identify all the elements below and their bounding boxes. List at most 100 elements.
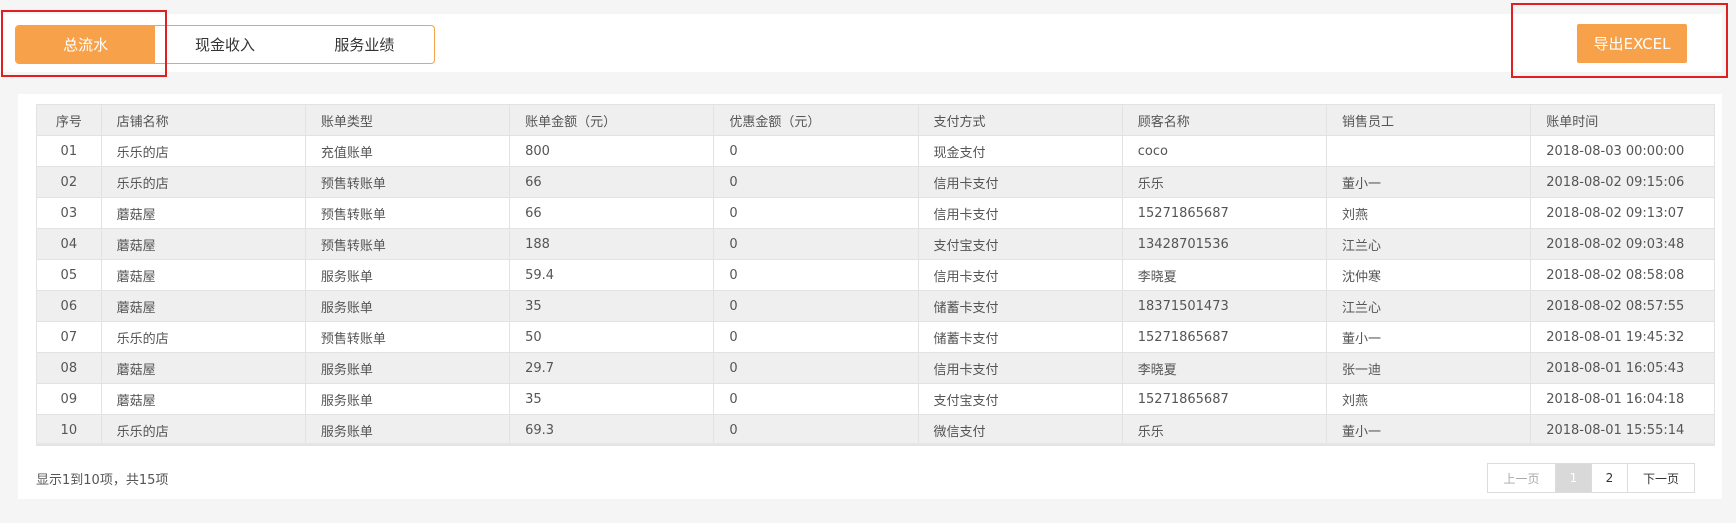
- table-row[interactable]: 03 蘑菇屋 预售转账单 66 0 信用卡支付 15271865687 刘燕 2018-08-0…: [36, 197, 1715, 229]
- cell-customer: 13428701536: [1121, 228, 1327, 260]
- table-row[interactable]: 08 蘑菇屋 服务账单 29.7 0 信用卡支付 李晓夏 张一迪 2018-08-01 16:0…: [36, 352, 1715, 384]
- cell-customer: 15271865687: [1121, 197, 1327, 229]
- cell-bill-time: 2018-08-01 15:55:14: [1530, 414, 1715, 446]
- cell-customer: 李晓夏: [1121, 352, 1327, 384]
- table-row[interactable]: 02 乐乐的店 预售转账单 66 0 信用卡支付 乐乐 董小一 2018-08-02 09:15…: [36, 166, 1715, 198]
- header-bill-type[interactable]: 账单类型: [304, 104, 511, 136]
- table-row[interactable]: 09 蘑菇屋 服务账单 35 0 支付宝支付 15271865687 刘燕 2018-08-01…: [36, 383, 1715, 415]
- cell-index: 07: [36, 321, 102, 353]
- cell-staff: 刘燕: [1325, 383, 1532, 415]
- cell-payment-method: 信用卡支付: [917, 352, 1123, 384]
- cell-staff: 董小一: [1325, 414, 1532, 446]
- header-bill-time[interactable]: 账单时间: [1530, 104, 1715, 136]
- cell-store: 蘑菇屋: [100, 197, 306, 229]
- header-staff[interactable]: 销售员工: [1325, 104, 1532, 136]
- tab-service-performance[interactable]: 服务业绩: [295, 26, 434, 63]
- cell-customer: 乐乐: [1121, 414, 1327, 446]
- header-amount[interactable]: 账单金额（元）: [509, 104, 715, 136]
- cell-discount: 0: [713, 135, 919, 167]
- tab-total-flow[interactable]: 总流水: [16, 26, 156, 63]
- cell-store: 乐乐的店: [100, 166, 306, 198]
- prev-page-button[interactable]: 上一页: [1488, 464, 1556, 492]
- cell-payment-method: 信用卡支付: [917, 166, 1123, 198]
- view-tabs: 总流水 现金收入 服务业绩: [15, 25, 435, 64]
- cell-discount: 0: [713, 228, 919, 260]
- page-button-2[interactable]: 2: [1592, 464, 1628, 492]
- cell-customer: 乐乐: [1121, 166, 1327, 198]
- cell-payment-method: 储蓄卡支付: [917, 321, 1123, 353]
- cell-payment-method: 支付宝支付: [917, 383, 1123, 415]
- table-header-row: 序号 店铺名称 账单类型 账单金额（元） 优惠金额（元） 支付方式 顾客名称 销…: [36, 104, 1715, 136]
- cell-staff: 董小一: [1325, 321, 1532, 353]
- cell-bill-type: 预售转账单: [304, 166, 511, 198]
- cell-payment-method: 微信支付: [917, 414, 1123, 446]
- cell-amount: 35: [509, 290, 715, 322]
- cell-index: 10: [36, 414, 102, 446]
- cell-bill-time: 2018-08-01 19:45:32: [1530, 321, 1715, 353]
- cell-customer: 15271865687: [1121, 383, 1327, 415]
- table-row[interactable]: 06 蘑菇屋 服务账单 35 0 储蓄卡支付 18371501473 江兰心 2018-08-0…: [36, 290, 1715, 322]
- cell-bill-time: 2018-08-01 16:05:43: [1530, 352, 1715, 384]
- cell-discount: 0: [713, 414, 919, 446]
- cell-staff: 董小一: [1325, 166, 1532, 198]
- cell-payment-method: 储蓄卡支付: [917, 290, 1123, 322]
- cell-payment-method: 信用卡支付: [917, 197, 1123, 229]
- cell-discount: 0: [713, 259, 919, 291]
- cell-staff: 刘燕: [1325, 197, 1532, 229]
- cell-customer: coco: [1121, 135, 1327, 167]
- cell-amount: 188: [509, 228, 715, 260]
- table-row[interactable]: 07 乐乐的店 预售转账单 50 0 储蓄卡支付 15271865687 董小一 2018-08…: [36, 321, 1715, 353]
- cell-store: 蘑菇屋: [100, 228, 306, 260]
- main-panel: 序号 店铺名称 账单类型 账单金额（元） 优惠金额（元） 支付方式 顾客名称 销…: [18, 94, 1722, 499]
- cell-discount: 0: [713, 166, 919, 198]
- cell-discount: 0: [713, 197, 919, 229]
- cell-amount: 29.7: [509, 352, 715, 384]
- cell-store: 蘑菇屋: [100, 383, 306, 415]
- cell-amount: 800: [509, 135, 715, 167]
- next-page-button[interactable]: 下一页: [1628, 464, 1694, 492]
- cell-staff: 江兰心: [1325, 290, 1532, 322]
- cell-index: 04: [36, 228, 102, 260]
- cell-amount: 35: [509, 383, 715, 415]
- cell-customer: 李晓夏: [1121, 259, 1327, 291]
- header-discount[interactable]: 优惠金额（元）: [713, 104, 919, 136]
- cell-payment-method: 信用卡支付: [917, 259, 1123, 291]
- cell-staff: [1325, 135, 1532, 167]
- tab-cash-income[interactable]: 现金收入: [155, 26, 294, 63]
- cell-amount: 66: [509, 197, 715, 229]
- cell-amount: 66: [509, 166, 715, 198]
- cell-bill-time: 2018-08-02 08:58:08: [1530, 259, 1715, 291]
- cell-store: 乐乐的店: [100, 414, 306, 446]
- cell-discount: 0: [713, 352, 919, 384]
- table-row[interactable]: 04 蘑菇屋 预售转账单 188 0 支付宝支付 13428701536 江兰心 2018-08…: [36, 228, 1715, 260]
- table-row[interactable]: 10 乐乐的店 服务账单 69.3 0 微信支付 乐乐 董小一 2018-08-01 15:55…: [36, 414, 1715, 446]
- cell-bill-type: 服务账单: [304, 259, 511, 291]
- cell-discount: 0: [713, 290, 919, 322]
- export-excel-button[interactable]: 导出EXCEL: [1577, 24, 1687, 63]
- cell-bill-type: 服务账单: [304, 414, 511, 446]
- cell-store: 蘑菇屋: [100, 352, 306, 384]
- cell-bill-type: 预售转账单: [304, 197, 511, 229]
- table-scroll-edge: [36, 443, 1715, 445]
- cell-bill-time: 2018-08-02 09:03:48: [1530, 228, 1715, 260]
- cell-amount: 59.4: [509, 259, 715, 291]
- cell-payment-method: 支付宝支付: [917, 228, 1123, 260]
- page-button-1[interactable]: 1: [1556, 464, 1592, 492]
- header-payment-method[interactable]: 支付方式: [917, 104, 1123, 136]
- header-index[interactable]: 序号: [36, 104, 102, 136]
- cell-index: 03: [36, 197, 102, 229]
- header-store[interactable]: 店铺名称: [100, 104, 306, 136]
- cell-index: 02: [36, 166, 102, 198]
- cell-discount: 0: [713, 383, 919, 415]
- table-row[interactable]: 01 乐乐的店 充值账单 800 0 现金支付 coco 2018-08-03 00:00:0…: [36, 135, 1715, 167]
- cell-amount: 69.3: [509, 414, 715, 446]
- cell-staff: 江兰心: [1325, 228, 1532, 260]
- cell-bill-type: 预售转账单: [304, 228, 511, 260]
- header-customer[interactable]: 顾客名称: [1121, 104, 1327, 136]
- table-row[interactable]: 05 蘑菇屋 服务账单 59.4 0 信用卡支付 李晓夏 沈仲寒 2018-08-02 08:5…: [36, 259, 1715, 291]
- cell-bill-time: 2018-08-01 16:04:18: [1530, 383, 1715, 415]
- cell-index: 06: [36, 290, 102, 322]
- table-summary: 显示1到10项，共15项: [36, 473, 169, 488]
- cell-payment-method: 现金支付: [917, 135, 1123, 167]
- cell-index: 09: [36, 383, 102, 415]
